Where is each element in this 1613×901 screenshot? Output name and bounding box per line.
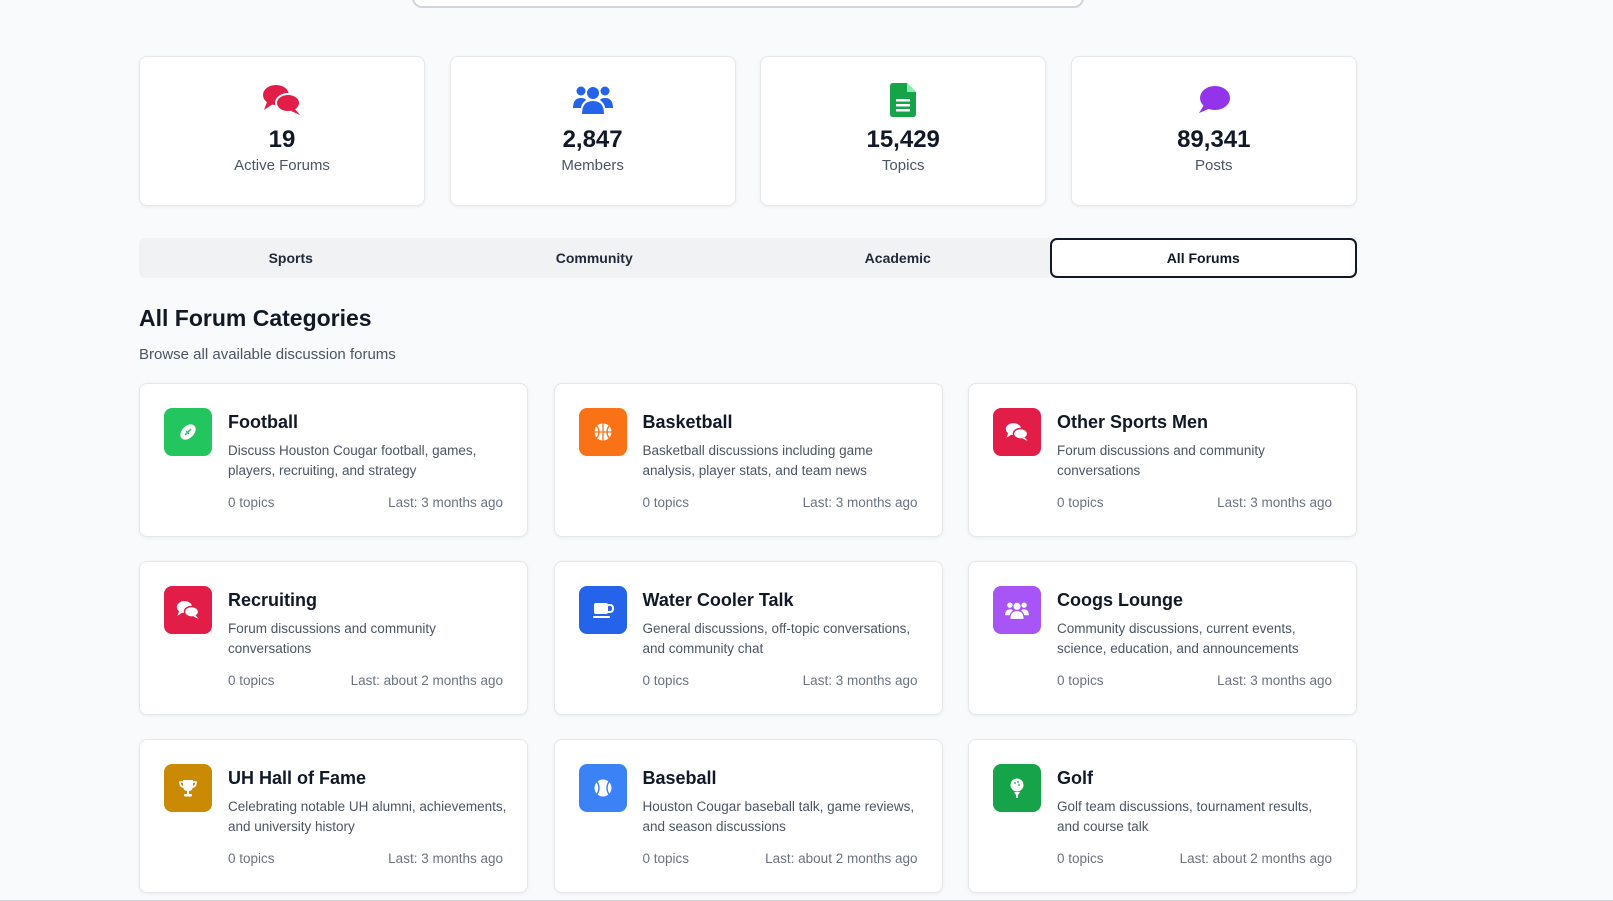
basketball-icon xyxy=(578,408,627,456)
search-bar[interactable] xyxy=(412,0,1084,8)
tab-community[interactable]: Community xyxy=(443,238,747,278)
forum-card-recruiting[interactable]: Recruiting Forum discussions and communi… xyxy=(139,561,528,715)
forum-title: Basketball xyxy=(642,412,733,432)
forum-description: Community discussions, current events, s… xyxy=(1057,621,1299,656)
forum-card-coogs-lounge[interactable]: Coogs Lounge Community discussions, curr… xyxy=(968,561,1357,715)
stat-label: Members xyxy=(561,157,624,174)
comments-icon xyxy=(993,408,1041,456)
forum-last-activity: Last: 3 months ago xyxy=(802,495,918,510)
forum-title: Golf xyxy=(1057,768,1093,788)
forum-topic-count: 0 topics xyxy=(228,495,275,510)
tab-all-forums[interactable]: All Forums xyxy=(1049,238,1357,278)
stat-card-topics: 15,429 Topics xyxy=(760,56,1047,206)
stat-label: Topics xyxy=(881,157,925,174)
golf-icon xyxy=(993,764,1041,812)
users-icon xyxy=(572,82,613,118)
forum-title: Football xyxy=(228,412,298,432)
trophy-icon xyxy=(164,764,212,812)
stat-value: 19 xyxy=(268,126,296,153)
forum-last-activity: Last: about 2 months ago xyxy=(350,673,503,688)
coffee-icon xyxy=(578,586,627,634)
baseball-icon xyxy=(578,764,627,812)
users-icon xyxy=(993,586,1041,634)
stats-row: 19 Active Forums 2,847 Members 15,429 To… xyxy=(139,56,1357,206)
stat-card-members: 2,847 Members xyxy=(449,56,736,206)
forum-topic-count: 0 topics xyxy=(642,495,690,510)
forum-last-activity: Last: 3 months ago xyxy=(802,673,918,688)
stat-value: 89,341 xyxy=(1177,126,1251,153)
stat-card-forums: 19 Active Forums xyxy=(139,56,425,206)
stat-card-posts: 89,341 Posts xyxy=(1070,56,1357,206)
forum-card-basketball[interactable]: Basketball Basketball discussions includ… xyxy=(553,383,943,537)
forum-description: Golf team discussions, tournament result… xyxy=(1057,799,1313,834)
forum-card-water-cooler-talk[interactable]: Water Cooler Talk General discussions, o… xyxy=(553,561,943,715)
forum-last-activity: Last: 3 months ago xyxy=(388,495,503,510)
forum-description: Discuss Houston Cougar football, games, … xyxy=(228,443,477,478)
forum-topic-count: 0 topics xyxy=(1057,673,1104,688)
forum-description: Forum discussions and community conversa… xyxy=(228,621,436,656)
forum-last-activity: Last: about 2 months ago xyxy=(765,851,918,866)
forum-grid: Football Discuss Houston Cougar football… xyxy=(139,383,1357,893)
forum-title: UH Hall of Fame xyxy=(228,768,367,788)
forum-card-baseball[interactable]: Baseball Houston Cougar baseball talk, g… xyxy=(553,739,943,893)
forum-title: Recruiting xyxy=(228,590,318,610)
forum-card-football[interactable]: Football Discuss Houston Cougar football… xyxy=(139,383,528,537)
forum-title: Coogs Lounge xyxy=(1057,590,1183,610)
forum-description: Basketball discussions including game an… xyxy=(642,443,873,478)
forum-tabs: Sports Community Academic All Forums xyxy=(139,238,1357,278)
forum-last-activity: Last: 3 months ago xyxy=(1217,495,1332,510)
tab-academic[interactable]: Academic xyxy=(746,238,1050,278)
forum-topic-count: 0 topics xyxy=(1057,495,1104,510)
tab-sports[interactable]: Sports xyxy=(139,238,443,278)
football-icon xyxy=(164,408,212,456)
forum-title: Water Cooler Talk xyxy=(642,590,794,610)
forum-description: Celebrating notable UH alumni, achieveme… xyxy=(228,799,507,834)
forum-card-golf[interactable]: Golf Golf team discussions, tournament r… xyxy=(968,739,1357,893)
forum-description: General discussions, off-topic conversat… xyxy=(642,621,911,656)
forum-title: Other Sports Men xyxy=(1057,412,1209,432)
forum-topic-count: 0 topics xyxy=(228,673,275,688)
stat-value: 15,429 xyxy=(866,126,940,153)
comments-icon xyxy=(164,586,212,634)
forum-card-uh-hall-of-fame[interactable]: UH Hall of Fame Celebrating notable UH a… xyxy=(139,739,528,893)
forum-topic-count: 0 topics xyxy=(228,851,275,866)
stat-label: Posts xyxy=(1195,157,1233,174)
forum-last-activity: Last: about 2 months ago xyxy=(1179,851,1332,866)
stat-label: Active Forums xyxy=(234,157,330,174)
comment-icon xyxy=(1194,82,1234,118)
forum-last-activity: Last: 3 months ago xyxy=(388,851,503,866)
forum-title: Baseball xyxy=(642,768,717,788)
forum-topic-count: 0 topics xyxy=(642,673,690,688)
forum-topic-count: 0 topics xyxy=(1057,851,1104,866)
stat-value: 2,847 xyxy=(562,126,623,153)
section-subtitle: Browse all available discussion forums xyxy=(139,346,396,363)
comments-icon xyxy=(262,82,302,118)
forum-description: Forum discussions and community conversa… xyxy=(1057,443,1265,478)
forum-topic-count: 0 topics xyxy=(642,851,690,866)
file-icon xyxy=(883,82,923,118)
forum-card-other-sports-men[interactable]: Other Sports Men Forum discussions and c… xyxy=(968,383,1357,537)
forum-last-activity: Last: 3 months ago xyxy=(1217,673,1332,688)
forum-description: Houston Cougar baseball talk, game revie… xyxy=(642,799,915,834)
section-title: All Forum Categories xyxy=(139,305,372,331)
